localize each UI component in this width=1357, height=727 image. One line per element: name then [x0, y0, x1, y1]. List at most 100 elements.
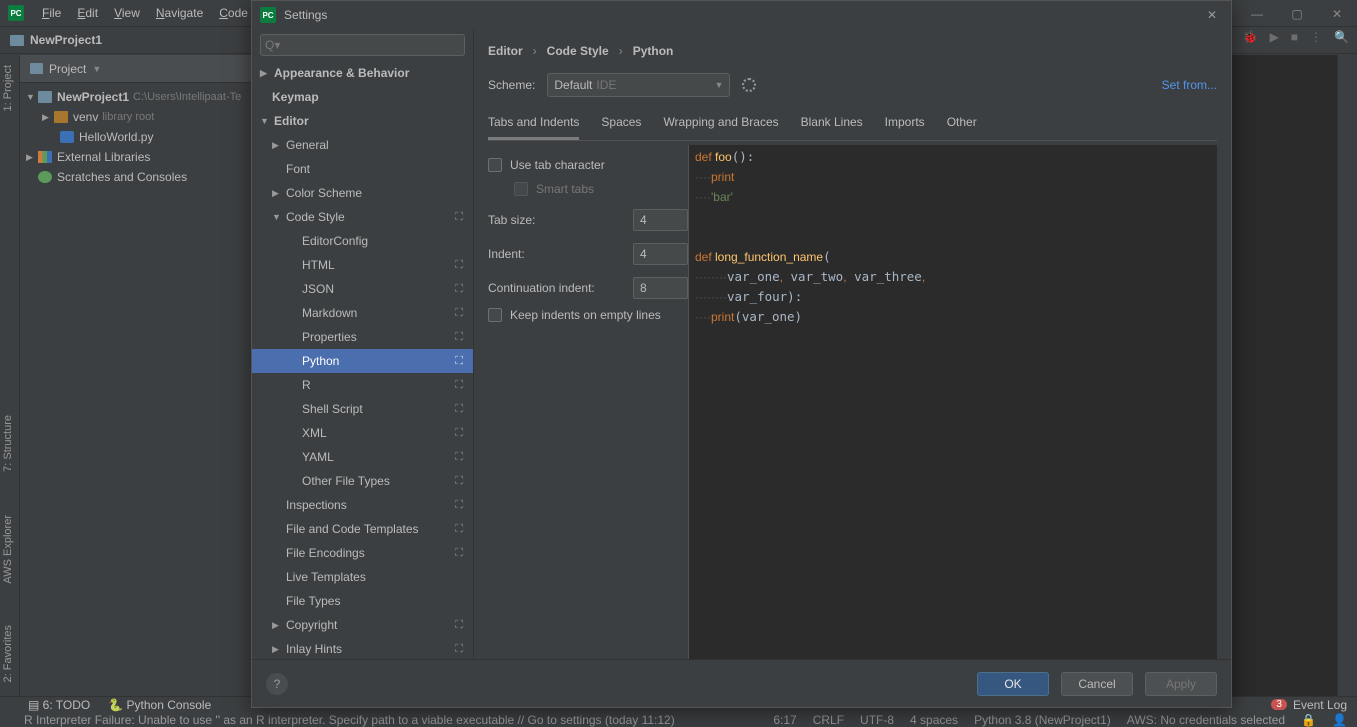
- tab-wrapping[interactable]: Wrapping and Braces: [663, 115, 778, 140]
- tab-blank[interactable]: Blank Lines: [801, 115, 863, 140]
- indent-input[interactable]: [633, 243, 688, 265]
- project-panel-header[interactable]: Project ▼: [20, 55, 251, 83]
- menu-navigate[interactable]: Navigate: [148, 6, 211, 20]
- scheme-scope: IDE: [596, 78, 616, 92]
- tree-inspections[interactable]: Inspections⛶: [252, 493, 473, 517]
- keep-indent-checkbox[interactable]: Keep indents on empty lines: [488, 303, 688, 327]
- left-tab-aws[interactable]: AWS Explorer: [2, 515, 14, 584]
- set-from-link[interactable]: Set from...: [1162, 78, 1217, 92]
- tree-external[interactable]: ▶ External Libraries: [20, 147, 251, 167]
- minimize-icon[interactable]: —: [1237, 0, 1277, 27]
- apply-button[interactable]: Apply: [1145, 672, 1217, 696]
- encoding[interactable]: UTF-8: [860, 713, 894, 727]
- window-controls: — ▢ ✕: [1237, 0, 1357, 27]
- tree-markdown[interactable]: Markdown⛶: [252, 301, 473, 325]
- tree-codestyle[interactable]: ▼Code Style⛶: [252, 205, 473, 229]
- tree-font[interactable]: Font: [252, 157, 473, 181]
- indent-form: Use tab character Smart tabs Tab size: I…: [488, 145, 688, 659]
- expand-icon[interactable]: ▼: [26, 92, 36, 102]
- app-logo: PC: [260, 7, 276, 23]
- status-bar: R Interpreter Failure: Unable to use '' …: [0, 712, 1357, 727]
- indent-info[interactable]: 4 spaces: [910, 713, 958, 727]
- tree-json[interactable]: JSON⛶: [252, 277, 473, 301]
- tree-templates[interactable]: File and Code Templates⛶: [252, 517, 473, 541]
- close-icon[interactable]: ✕: [1317, 0, 1357, 27]
- people-icon[interactable]: 👤: [1332, 713, 1347, 727]
- left-tab-structure[interactable]: 7: Structure: [2, 415, 14, 472]
- settings-search[interactable]: Q▾: [260, 34, 465, 56]
- tree-editorconfig[interactable]: EditorConfig: [252, 229, 473, 253]
- help-button[interactable]: ?: [266, 673, 288, 695]
- scope-icon: ⛶: [455, 211, 463, 224]
- tree-keymap[interactable]: Keymap: [252, 85, 473, 109]
- venv-name: venv: [73, 110, 98, 124]
- tree-xml[interactable]: XML⛶: [252, 421, 473, 445]
- lock-icon[interactable]: 🔒: [1301, 713, 1316, 727]
- use-tab-checkbox[interactable]: Use tab character: [488, 153, 688, 177]
- maximize-icon[interactable]: ▢: [1277, 0, 1317, 27]
- tree-otherft[interactable]: Other File Types⛶: [252, 469, 473, 493]
- tree-encodings[interactable]: File Encodings⛶: [252, 541, 473, 565]
- tree-venv[interactable]: ▶ venv library root: [20, 107, 251, 127]
- left-tool-strip: 1: Project 7: Structure AWS Explorer 2: …: [0, 55, 20, 696]
- debug-icon[interactable]: 🐞: [1243, 30, 1258, 44]
- code-preview: def foo(): ····print ····'bar' def long_…: [688, 145, 1217, 659]
- left-tab-project[interactable]: 1: Project: [2, 65, 14, 111]
- tree-copyright[interactable]: ▶Copyright⛶: [252, 613, 473, 637]
- tree-root[interactable]: ▼ NewProject1 C:\Users\Intellipaat-Te: [20, 87, 251, 107]
- search-icon[interactable]: 🔍: [1334, 30, 1349, 44]
- cont-indent-input[interactable]: [633, 277, 688, 299]
- tree-inlay[interactable]: ▶Inlay Hints⛶: [252, 637, 473, 659]
- tab-tabs-indents[interactable]: Tabs and Indents: [488, 115, 579, 140]
- cancel-button[interactable]: Cancel: [1061, 672, 1133, 696]
- bc-codestyle[interactable]: Code Style: [547, 44, 609, 58]
- tree-properties[interactable]: Properties⛶: [252, 325, 473, 349]
- expand-icon[interactable]: ▶: [42, 112, 52, 123]
- python-file-icon: [60, 131, 74, 143]
- settings-tree: ▶Appearance & Behavior Keymap ▼Editor ▶G…: [252, 61, 473, 659]
- tree-python[interactable]: Python⛶: [252, 349, 473, 373]
- left-tab-favorites[interactable]: 2: Favorites: [2, 625, 14, 682]
- menu-edit[interactable]: Edit: [69, 6, 106, 20]
- scope-icon: ⛶: [455, 307, 463, 320]
- tree-colorscheme[interactable]: ▶Color Scheme: [252, 181, 473, 205]
- tab-imports[interactable]: Imports: [885, 115, 925, 140]
- stop-icon[interactable]: ■: [1291, 30, 1298, 44]
- tree-scratches[interactable]: ▶ Scratches and Consoles: [20, 167, 251, 187]
- expand-icon[interactable]: ▶: [26, 152, 36, 163]
- interpreter[interactable]: Python 3.8 (NewProject1): [974, 713, 1111, 727]
- tree-html[interactable]: HTML⛶: [252, 253, 473, 277]
- menu-file[interactable]: File: [34, 6, 69, 20]
- menu-code[interactable]: Code: [211, 6, 256, 20]
- event-log-tab[interactable]: Event Log: [1293, 698, 1347, 712]
- tree-r[interactable]: R⛶: [252, 373, 473, 397]
- tree-yaml[interactable]: YAML⛶: [252, 445, 473, 469]
- bc-editor[interactable]: Editor: [488, 44, 523, 58]
- tree-appearance[interactable]: ▶Appearance & Behavior: [252, 61, 473, 85]
- tree-filetypes[interactable]: File Types: [252, 589, 473, 613]
- more-icon[interactable]: ⋮: [1310, 30, 1322, 44]
- tree-file[interactable]: HelloWorld.py: [20, 127, 251, 147]
- tree-live[interactable]: Live Templates: [252, 565, 473, 589]
- checkbox-icon: [488, 158, 502, 172]
- tree-general[interactable]: ▶General: [252, 133, 473, 157]
- ok-button[interactable]: OK: [977, 672, 1049, 696]
- line-sep[interactable]: CRLF: [813, 713, 844, 727]
- tabsize-input[interactable]: [633, 209, 688, 231]
- aws-status[interactable]: AWS: No credentials selected: [1127, 713, 1285, 727]
- gear-icon[interactable]: [742, 78, 756, 92]
- scheme-combo[interactable]: Default IDE ▼: [547, 73, 730, 97]
- tab-other[interactable]: Other: [947, 115, 977, 140]
- dialog-close-icon[interactable]: ✕: [1193, 8, 1231, 22]
- scope-icon: ⛶: [455, 379, 463, 392]
- python-console-tab[interactable]: 🐍 Python Console: [108, 698, 211, 712]
- tab-spaces[interactable]: Spaces: [601, 115, 641, 140]
- todo-tab[interactable]: ▤ 6: TODO: [28, 698, 90, 712]
- tree-shell[interactable]: Shell Script⛶: [252, 397, 473, 421]
- coverage-icon[interactable]: ▶: [1270, 30, 1279, 44]
- scope-icon: ⛶: [455, 475, 463, 488]
- tree-editor[interactable]: ▼Editor: [252, 109, 473, 133]
- caret-position[interactable]: 6:17: [773, 713, 796, 727]
- menu-view[interactable]: View: [106, 6, 148, 20]
- project-panel: Project ▼ ▼ NewProject1 C:\Users\Intelli…: [20, 55, 252, 696]
